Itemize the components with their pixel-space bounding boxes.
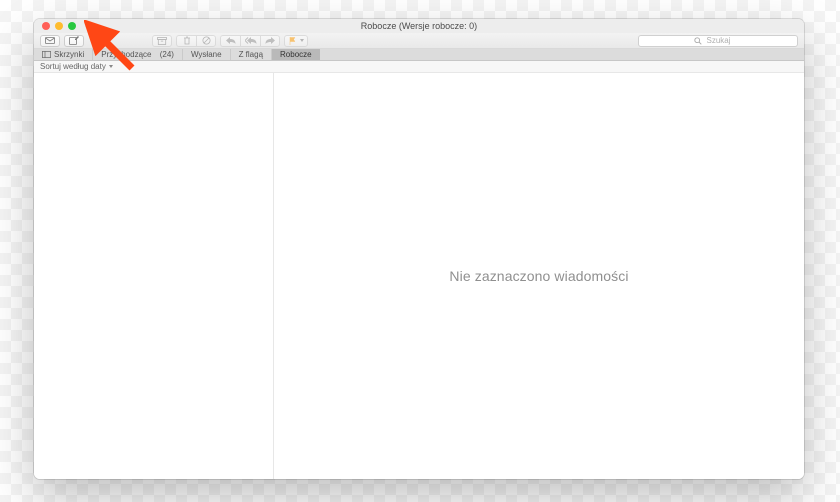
reply-icon xyxy=(226,37,236,44)
toolbar xyxy=(34,33,804,49)
archive-button[interactable] xyxy=(152,35,172,47)
inbox-tab[interactable]: Przychodzące (24) xyxy=(93,49,183,60)
empty-selection-label: Nie zaznaczono wiadomości xyxy=(449,268,628,284)
inbox-tab-label: Przychodzące xyxy=(101,50,151,59)
drafts-tab-label: Robocze xyxy=(280,50,312,59)
close-window-button[interactable] xyxy=(42,22,50,30)
flagged-tab[interactable]: Z flagą xyxy=(231,49,272,60)
reply-all-icon xyxy=(245,37,257,44)
window-title: Robocze (Wersje robocze: 0) xyxy=(34,21,804,31)
junk-button[interactable] xyxy=(196,35,216,47)
forward-icon xyxy=(265,37,275,44)
get-mail-button[interactable] xyxy=(40,35,60,47)
search-field[interactable] xyxy=(638,35,798,47)
reply-all-button[interactable] xyxy=(240,35,260,47)
reply-group xyxy=(220,35,280,47)
mailboxes-tab[interactable]: Skrzynki xyxy=(34,49,93,60)
junk-icon xyxy=(202,36,211,45)
flagged-tab-label: Z flagą xyxy=(239,50,263,59)
message-list[interactable] xyxy=(34,73,274,479)
archive-group xyxy=(152,35,172,47)
window-controls xyxy=(34,22,76,30)
sent-tab[interactable]: Wysłane xyxy=(183,49,231,60)
mail-window: Robocze (Wersje robocze: 0) xyxy=(34,19,804,479)
delete-junk-group xyxy=(176,35,216,47)
titlebar: Robocze (Wersje robocze: 0) xyxy=(34,19,804,33)
message-preview: Nie zaznaczono wiadomości xyxy=(274,73,804,479)
search-input[interactable] xyxy=(705,35,743,46)
compose-button[interactable] xyxy=(64,35,84,47)
archive-icon xyxy=(157,37,167,45)
filter-bar: Sortuj według daty xyxy=(34,61,804,73)
favorites-bar: Skrzynki Przychodzące (24) Wysłane Z fla… xyxy=(34,49,804,61)
sidebar-icon xyxy=(42,51,51,58)
sent-tab-label: Wysłane xyxy=(191,50,222,59)
minimize-window-button[interactable] xyxy=(55,22,63,30)
sort-dropdown[interactable]: Sortuj według daty xyxy=(40,62,113,71)
reply-button[interactable] xyxy=(220,35,240,47)
compose-icon xyxy=(69,36,79,45)
flag-button[interactable] xyxy=(284,35,308,47)
zoom-window-button[interactable] xyxy=(68,22,76,30)
delete-button[interactable] xyxy=(176,35,196,47)
drafts-tab[interactable]: Robocze xyxy=(272,49,320,60)
flag-icon xyxy=(289,37,297,45)
envelope-icon xyxy=(45,37,55,44)
inbox-tab-count: (24) xyxy=(160,50,174,59)
forward-button[interactable] xyxy=(260,35,280,47)
trash-icon xyxy=(183,36,191,45)
search-icon xyxy=(694,37,702,45)
mailboxes-label: Skrzynki xyxy=(54,50,84,59)
sort-label: Sortuj według daty xyxy=(40,62,106,71)
content-area: Nie zaznaczono wiadomości xyxy=(34,73,804,479)
